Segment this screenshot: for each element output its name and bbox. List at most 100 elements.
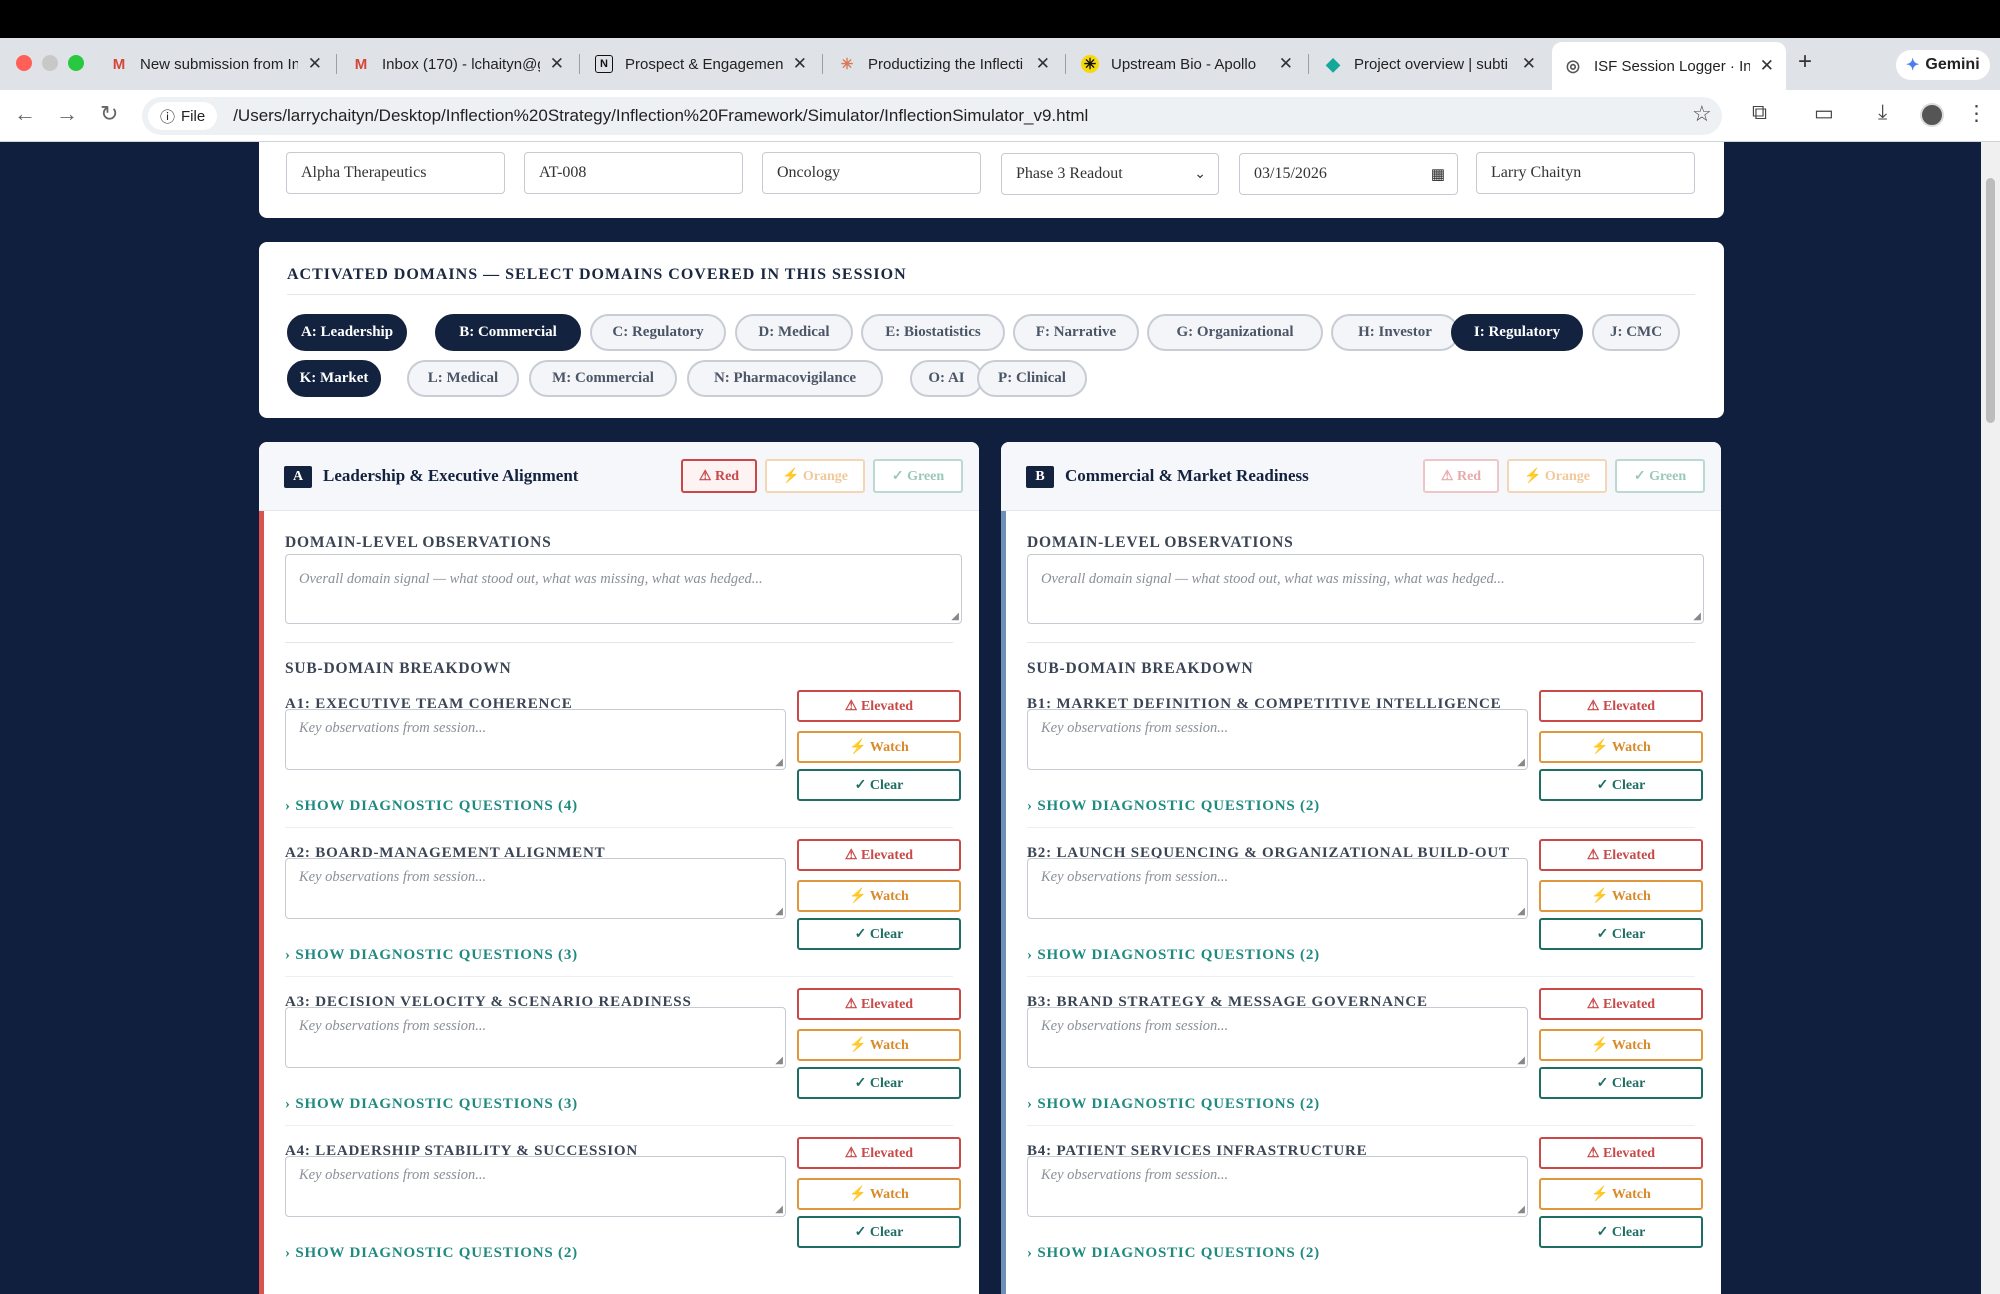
resize-grip-icon[interactable]: ◢ [775, 757, 783, 768]
show-diagnostic-questions-toggle[interactable]: › SHOW DIAGNOSTIC QUESTIONS (2) [1027, 1245, 1320, 1262]
resize-grip-icon[interactable]: ◢ [1517, 1204, 1525, 1215]
status-clear-button[interactable]: ✓ Clear [797, 1216, 961, 1248]
date-field[interactable]: 03/15/2026 ▦ [1239, 153, 1458, 195]
status-watch-button[interactable]: ⚡ Watch [797, 1029, 961, 1061]
status-watch-button[interactable]: ⚡ Watch [1539, 1029, 1703, 1061]
rating-orange-button[interactable]: ⚡ Orange [765, 459, 865, 493]
profile-avatar[interactable] [1920, 103, 1944, 127]
domain-pill[interactable]: C: Regulatory [590, 314, 726, 351]
browser-tab[interactable]: ✳ Upstream Bio - Apollo ✕ [1069, 44, 1305, 84]
site-info-chip[interactable]: ⓘ File [148, 102, 218, 130]
show-diagnostic-questions-toggle[interactable]: › SHOW DIAGNOSTIC QUESTIONS (3) [285, 947, 578, 964]
domain-pill[interactable]: P: Clinical [977, 360, 1087, 397]
status-watch-button[interactable]: ⚡ Watch [797, 1178, 961, 1210]
domain-pill[interactable]: B: Commercial [435, 314, 581, 351]
scrollbar-thumb[interactable] [1986, 178, 1995, 423]
close-tab-icon[interactable]: ✕ [1522, 54, 1536, 74]
status-watch-button[interactable]: ⚡ Watch [1539, 880, 1703, 912]
status-elevated-button[interactable]: ⚠ Elevated [1539, 839, 1703, 871]
domain-observations-textarea[interactable]: Overall domain signal — what stood out, … [285, 554, 962, 624]
domain-pill[interactable]: A: Leadership [287, 314, 407, 351]
subdomain-observations-textarea[interactable]: Key observations from session... ◢ [285, 1007, 786, 1068]
domain-observations-textarea[interactable]: Overall domain signal — what stood out, … [1027, 554, 1704, 624]
status-clear-button[interactable]: ✓ Clear [1539, 1216, 1703, 1248]
facilitator-field[interactable]: Larry Chaityn [1476, 152, 1695, 194]
rating-green-button[interactable]: ✓ Green [873, 459, 963, 493]
show-diagnostic-questions-toggle[interactable]: › SHOW DIAGNOSTIC QUESTIONS (3) [285, 1096, 578, 1113]
domain-pill[interactable]: O: AI [910, 360, 983, 397]
subdomain-observations-textarea[interactable]: Key observations from session... ◢ [285, 1156, 786, 1217]
back-icon[interactable]: ← [14, 101, 36, 127]
domain-pill[interactable]: F: Narrative [1013, 314, 1139, 351]
browser-tab[interactable]: M New submission from In ✕ [98, 44, 334, 84]
subdomain-observations-textarea[interactable]: Key observations from session... ◢ [285, 858, 786, 919]
status-elevated-button[interactable]: ⚠ Elevated [797, 988, 961, 1020]
domain-pill[interactable]: G: Organizational [1147, 314, 1323, 351]
show-diagnostic-questions-toggle[interactable]: › SHOW DIAGNOSTIC QUESTIONS (2) [1027, 1096, 1320, 1113]
bookmark-star-icon[interactable]: ☆ [1692, 101, 1712, 127]
resize-grip-icon[interactable]: ◢ [1517, 906, 1525, 917]
browser-tab-active[interactable]: ◎ ISF Session Logger · Inf ✕ [1552, 42, 1786, 90]
forward-icon[interactable]: → [56, 101, 78, 127]
omnibox[interactable]: ⓘ File /Users/larrychaityn/Desktop/Infle… [142, 97, 1722, 135]
asset-field[interactable]: AT-008 [524, 152, 743, 194]
subdomain-observations-textarea[interactable]: Key observations from session... ◢ [1027, 858, 1528, 919]
subdomain-observations-textarea[interactable]: Key observations from session... ◢ [285, 709, 786, 770]
gemini-button[interactable]: ✦ Gemini [1896, 50, 1990, 80]
rating-orange-button[interactable]: ⚡ Orange [1507, 459, 1607, 493]
company-field[interactable]: Alpha Therapeutics [286, 152, 505, 194]
status-elevated-button[interactable]: ⚠ Elevated [797, 690, 961, 722]
status-elevated-button[interactable]: ⚠ Elevated [1539, 988, 1703, 1020]
reload-icon[interactable]: ↻ [100, 101, 118, 127]
status-elevated-button[interactable]: ⚠ Elevated [797, 839, 961, 871]
rating-red-button[interactable]: ⚠ Red [681, 459, 757, 493]
domain-pill[interactable]: K: Market [287, 360, 381, 397]
rating-green-button[interactable]: ✓ Green [1615, 459, 1705, 493]
show-diagnostic-questions-toggle[interactable]: › SHOW DIAGNOSTIC QUESTIONS (2) [285, 1245, 578, 1262]
domain-pill[interactable]: L: Medical [407, 360, 519, 397]
status-clear-button[interactable]: ✓ Clear [797, 1067, 961, 1099]
domain-pill[interactable]: E: Biostatistics [861, 314, 1005, 351]
close-tab-icon[interactable]: ✕ [550, 54, 564, 74]
domain-pill[interactable]: D: Medical [735, 314, 853, 351]
close-tab-icon[interactable]: ✕ [308, 54, 322, 74]
show-diagnostic-questions-toggle[interactable]: › SHOW DIAGNOSTIC QUESTIONS (2) [1027, 798, 1320, 815]
show-diagnostic-questions-toggle[interactable]: › SHOW DIAGNOSTIC QUESTIONS (4) [285, 798, 578, 815]
extensions-icon[interactable]: ⧉ [1752, 101, 1767, 125]
new-tab-icon[interactable]: + [1798, 48, 1812, 76]
close-tab-icon[interactable]: ✕ [1036, 54, 1050, 74]
close-tab-icon[interactable]: ✕ [1279, 54, 1293, 74]
status-clear-button[interactable]: ✓ Clear [797, 769, 961, 801]
status-elevated-button[interactable]: ⚠ Elevated [1539, 1137, 1703, 1169]
close-window-icon[interactable] [16, 55, 32, 71]
close-tab-icon[interactable]: ✕ [793, 54, 807, 74]
status-watch-button[interactable]: ⚡ Watch [1539, 1178, 1703, 1210]
browser-tab[interactable]: N Prospect & Engagement ✕ [583, 44, 819, 84]
show-diagnostic-questions-toggle[interactable]: › SHOW DIAGNOSTIC QUESTIONS (2) [1027, 947, 1320, 964]
status-clear-button[interactable]: ✓ Clear [797, 918, 961, 950]
menu-kebab-icon[interactable]: ⋮ [1966, 101, 1987, 126]
domain-pill[interactable]: I: Regulatory [1451, 314, 1583, 351]
browser-tab[interactable]: ✳ Productizing the Inflecti ✕ [826, 44, 1062, 84]
calendar-icon[interactable]: ▦ [1431, 165, 1445, 184]
resize-grip-icon[interactable]: ◢ [775, 906, 783, 917]
status-clear-button[interactable]: ✓ Clear [1539, 769, 1703, 801]
domain-pill[interactable]: J: CMC [1592, 314, 1680, 351]
resize-grip-icon[interactable]: ◢ [1693, 611, 1701, 622]
domain-pill[interactable]: M: Commercial [529, 360, 677, 397]
download-icon[interactable]: ⤓ [1878, 101, 1887, 125]
domain-pill[interactable]: N: Pharmacovigilance [687, 360, 883, 397]
status-elevated-button[interactable]: ⚠ Elevated [1539, 690, 1703, 722]
browser-tab[interactable]: ◆ Project overview | subti ✕ [1312, 44, 1548, 84]
status-clear-button[interactable]: ✓ Clear [1539, 1067, 1703, 1099]
status-watch-button[interactable]: ⚡ Watch [797, 880, 961, 912]
maximize-window-icon[interactable] [68, 55, 84, 71]
status-watch-button[interactable]: ⚡ Watch [797, 731, 961, 763]
resize-grip-icon[interactable]: ◢ [775, 1055, 783, 1066]
subdomain-observations-textarea[interactable]: Key observations from session... ◢ [1027, 1156, 1528, 1217]
resize-grip-icon[interactable]: ◢ [951, 611, 959, 622]
resize-grip-icon[interactable]: ◢ [775, 1204, 783, 1215]
domain-pill[interactable]: H: Investor [1331, 314, 1459, 351]
rating-red-button[interactable]: ⚠ Red [1423, 459, 1499, 493]
subdomain-observations-textarea[interactable]: Key observations from session... ◢ [1027, 1007, 1528, 1068]
